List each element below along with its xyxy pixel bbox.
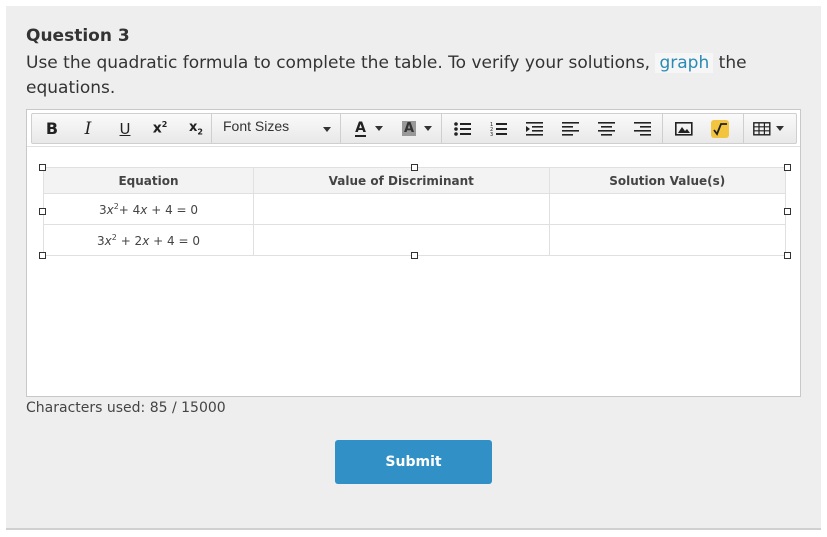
subscript-icon: x2 [189, 120, 203, 137]
question-text-part1: Use the quadratic formula to complete th… [26, 53, 651, 73]
resize-handle-bottom-center[interactable] [411, 252, 418, 259]
resize-handle-middle-right[interactable] [784, 208, 791, 215]
character-count: Characters used: 85 / 15000 [26, 400, 226, 416]
chevron-down-icon [374, 126, 383, 131]
solution-cell[interactable] [548, 224, 787, 256]
insert-image-button[interactable] [670, 114, 698, 143]
equation-cell[interactable]: 3x2+ 4x + 4 = 0 [43, 193, 254, 225]
table-header-row: Equation Value of Discriminant Solution … [43, 167, 787, 194]
math-equation-icon [711, 119, 729, 138]
resize-handle-top-center[interactable] [411, 164, 418, 171]
indent-button[interactable] [521, 114, 549, 143]
header-discriminant: Value of Discriminant [253, 167, 550, 194]
discriminant-cell[interactable] [253, 224, 550, 256]
superscript-button[interactable]: x2 [146, 114, 174, 143]
image-icon [675, 121, 693, 136]
numbered-list-icon: 1 2 3 [490, 122, 507, 137]
align-center-icon [598, 121, 615, 136]
answer-table[interactable]: Equation Value of Discriminant Solution … [43, 167, 787, 256]
indent-icon [526, 121, 543, 136]
chevron-down-icon [424, 126, 433, 131]
resize-handle-top-right[interactable] [784, 164, 791, 171]
color-group: A A [342, 114, 442, 143]
header-solution: Solution Value(s) [548, 167, 787, 194]
align-left-icon [562, 121, 579, 136]
insert-group [664, 114, 744, 143]
format-group: B I U x2 x2 [32, 114, 212, 143]
solution-cell[interactable] [548, 193, 787, 225]
align-left-button[interactable] [557, 114, 585, 143]
question-text: Use the quadratic formula to complete th… [26, 51, 766, 101]
align-right-button[interactable] [629, 114, 657, 143]
font-sizes-select[interactable]: Font Sizes [223, 118, 289, 134]
rich-text-editor[interactable]: B I U x2 x2 Font Sizes A A 1 2 3 Equatio… [26, 109, 801, 397]
italic-icon: I [84, 118, 92, 139]
equation-cell[interactable]: 3x2 + 2x + 4 = 0 [43, 224, 254, 256]
background-color-button[interactable]: A [398, 114, 436, 143]
submit-button[interactable]: Submit [335, 440, 492, 484]
paragraph-group: 1 2 3 [443, 114, 663, 143]
question-title: Question 3 [26, 26, 130, 46]
resize-handle-bottom-left[interactable] [39, 252, 46, 259]
bullet-list-icon [454, 121, 471, 136]
resize-handle-middle-left[interactable] [39, 208, 46, 215]
numbered-list-button[interactable]: 1 2 3 [485, 114, 513, 143]
svg-text:3: 3 [490, 132, 493, 137]
chevron-down-icon [323, 127, 331, 132]
font-size-group: Font Sizes [213, 114, 341, 143]
superscript-icon: x2 [152, 120, 168, 137]
italic-button[interactable]: I [74, 114, 102, 143]
text-color-icon: A [355, 119, 366, 137]
table-row: 3x2+ 4x + 4 = 0 [43, 193, 787, 225]
editor-content[interactable]: Equation Value of Discriminant Solution … [27, 146, 800, 396]
editor-toolbar: B I U x2 x2 Font Sizes A A 1 2 3 [31, 113, 797, 144]
bullet-list-button[interactable] [449, 114, 477, 143]
insert-table-button[interactable] [748, 114, 788, 143]
insert-math-button[interactable] [706, 114, 734, 143]
bold-icon: B [45, 119, 59, 138]
chevron-down-icon [775, 126, 784, 131]
underline-icon: U [119, 119, 131, 138]
question-card: Question 3 Use the quadratic formula to … [6, 6, 821, 530]
background-color-icon: A [401, 121, 417, 136]
align-right-icon [634, 121, 651, 136]
underline-button[interactable]: U [111, 114, 139, 143]
text-color-button[interactable]: A [350, 114, 388, 143]
resize-handle-top-left[interactable] [39, 164, 46, 171]
table-row: 3x2 + 2x + 4 = 0 [43, 224, 787, 256]
align-center-button[interactable] [593, 114, 621, 143]
table-icon [752, 121, 771, 136]
bold-button[interactable]: B [38, 114, 66, 143]
header-equation: Equation [43, 167, 254, 194]
graph-link[interactable]: graph [655, 53, 714, 73]
subscript-button[interactable]: x2 [182, 114, 210, 143]
resize-handle-bottom-right[interactable] [784, 252, 791, 259]
discriminant-cell[interactable] [253, 193, 550, 225]
